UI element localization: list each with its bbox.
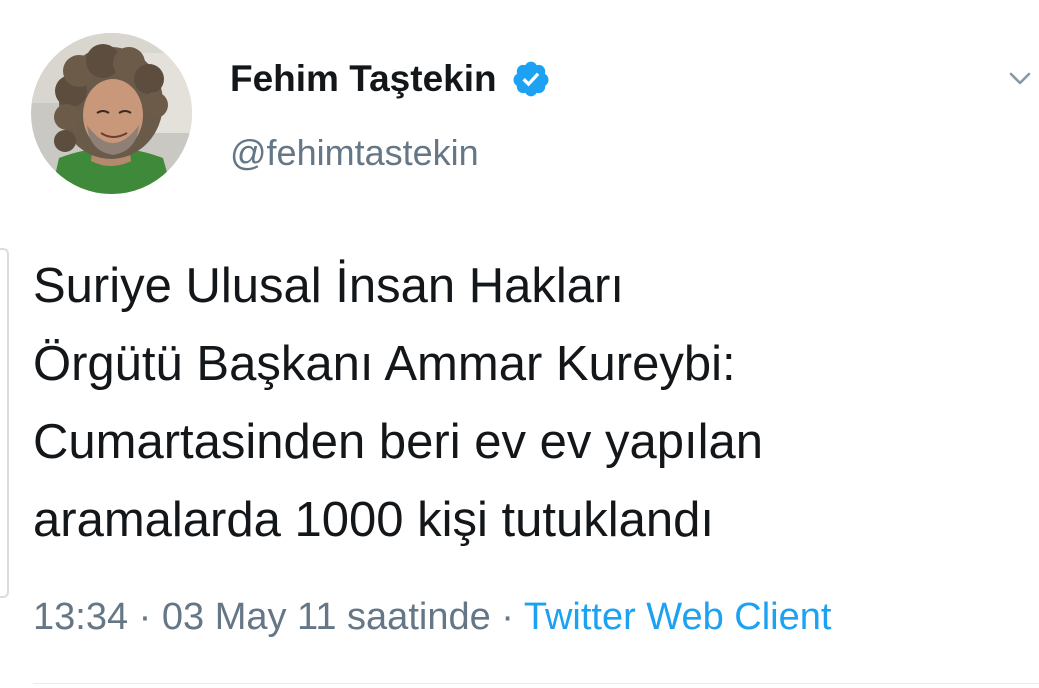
tweet-card: Fehim Taştekin @fehimtastekin Suriye Ulu… [0, 0, 1039, 688]
chevron-down-icon[interactable] [1001, 62, 1039, 92]
meta-separator: · [128, 596, 162, 638]
divider [33, 683, 1039, 684]
tweet-time[interactable]: 13:34 [33, 596, 128, 638]
tweet-date[interactable]: 03 May 11 saatinde [162, 596, 491, 638]
tweet-source-link[interactable]: Twitter Web Client [524, 596, 832, 638]
tweet-text-line: Cumartasinden beri ev ev yapılan [33, 415, 763, 469]
author-name[interactable]: Fehim Taştekin [230, 57, 551, 101]
tweet-text: Suriye Ulusal İnsan Hakları Örgütü Başka… [33, 247, 1023, 559]
tweet-text-line: Suriye Ulusal İnsan Hakları [33, 259, 624, 313]
author-name-label[interactable]: Fehim Taştekin [230, 57, 497, 101]
verified-badge-icon [511, 59, 551, 99]
author-handle[interactable]: @fehimtastekin [230, 131, 479, 175]
tweet-text-line: aramalarda 1000 kişi tutuklandı [33, 493, 714, 547]
meta-separator: · [490, 596, 524, 638]
scroll-edge [0, 248, 9, 598]
avatar[interactable] [31, 33, 192, 194]
profile-photo [31, 33, 192, 194]
tweet-text-line: Örgütü Başkanı Ammar Kureybi: [33, 337, 736, 391]
tweet-meta: 13:34 · 03 May 11 saatinde · Twitter Web… [33, 592, 831, 642]
